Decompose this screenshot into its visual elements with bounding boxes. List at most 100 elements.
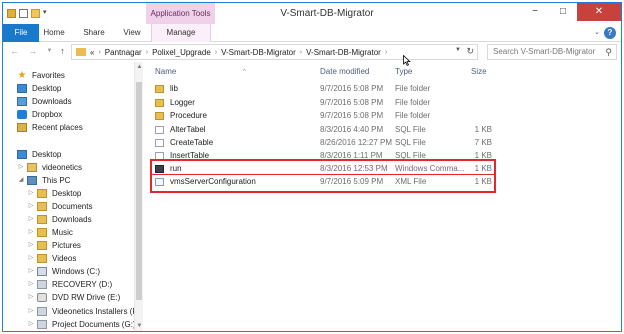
scroll-down-arrow-icon[interactable]: ▼ bbox=[136, 323, 143, 329]
expand-chevron-icon[interactable]: ▷ bbox=[27, 187, 35, 200]
file-date: 9/7/2016 5:08 PM bbox=[320, 111, 384, 120]
nav-drive-g-label: Project Documents (G:) bbox=[52, 320, 136, 329]
dvd-drive-icon bbox=[37, 293, 47, 302]
nav-favorite-recent-places[interactable]: Recent places bbox=[17, 121, 83, 134]
expand-chevron-icon[interactable]: ▷ bbox=[27, 318, 35, 331]
minimize-button[interactable]: − bbox=[521, 3, 549, 21]
windows-drive-icon bbox=[37, 267, 47, 276]
breadcrumb-separator-icon[interactable]: › bbox=[385, 49, 387, 56]
sort-ascending-icon: ^ bbox=[243, 69, 246, 75]
back-arrow-icon[interactable]: ← bbox=[8, 45, 21, 58]
forward-arrow-icon[interactable]: → bbox=[26, 45, 39, 58]
nav-thispc-desktop[interactable]: ▷ Desktop bbox=[27, 187, 81, 200]
close-button[interactable]: ✕ bbox=[577, 3, 621, 21]
file-type: SQL File bbox=[395, 125, 426, 134]
folder-icon bbox=[155, 85, 164, 93]
file-size bbox=[456, 110, 492, 122]
nav-drive-d[interactable]: ▷ RECOVERY (D:) bbox=[27, 278, 112, 291]
scroll-up-arrow-icon[interactable]: ▲ bbox=[136, 64, 143, 70]
nav-this-pc[interactable]: ◢ This PC bbox=[17, 174, 70, 187]
nav-drive-g[interactable]: ▷ Project Documents (G:) bbox=[27, 318, 136, 331]
breadcrumb-separator-icon[interactable]: › bbox=[300, 49, 302, 56]
expand-chevron-icon[interactable]: ▷ bbox=[27, 305, 35, 318]
breadcrumb-polixel-upgrade[interactable]: Polixel_Upgrade bbox=[152, 48, 211, 57]
nav-favorite-desktop[interactable]: Desktop bbox=[17, 82, 61, 95]
nav-drive-c[interactable]: ▷ Windows (C:) bbox=[27, 265, 100, 278]
search-input[interactable]: Search V-Smart-DB-Migrator ⚲ bbox=[487, 44, 617, 60]
nav-favorites[interactable]: ★ Favorites bbox=[7, 69, 65, 82]
expand-chevron-icon[interactable]: ▷ bbox=[17, 161, 25, 174]
recent-locations-chevron-icon[interactable]: ▼ bbox=[43, 45, 56, 58]
nav-desktop-root[interactable]: Desktop bbox=[7, 148, 61, 161]
column-header-type[interactable]: Type bbox=[395, 66, 455, 78]
file-row[interactable]: lib 9/7/2016 5:08 PM File folder bbox=[152, 83, 492, 95]
tab-manage[interactable]: Manage bbox=[151, 24, 211, 42]
computer-icon bbox=[27, 176, 37, 185]
expand-ribbon-chevron-icon[interactable]: ⌄ bbox=[591, 27, 603, 39]
refresh-icon[interactable]: ↻ bbox=[466, 46, 474, 57]
breadcrumb-pantnagar[interactable]: Pantnagar bbox=[105, 48, 142, 57]
up-arrow-icon[interactable]: ↑ bbox=[56, 45, 69, 58]
desktop-icon bbox=[17, 150, 27, 159]
scrollbar-thumb[interactable] bbox=[136, 82, 142, 300]
breadcrumb-v-smart-db-migrator[interactable]: V-Smart-DB-Migrator bbox=[221, 48, 296, 57]
file-date: 8/26/2016 12:27 PM bbox=[320, 138, 393, 147]
file-size bbox=[456, 97, 492, 109]
breadcrumb-overflow[interactable]: « bbox=[90, 48, 94, 57]
expand-chevron-icon[interactable]: ▷ bbox=[27, 278, 35, 291]
address-history-chevron-icon[interactable]: ▼ bbox=[455, 47, 461, 53]
address-bar[interactable]: « › Pantnagar › Polixel_Upgrade › V-Smar… bbox=[71, 44, 478, 60]
navigation-scrollbar[interactable]: ▲ ▼ bbox=[134, 62, 143, 331]
search-icon[interactable]: ⚲ bbox=[605, 45, 612, 59]
breadcrumb-v-smart-db-migrator-current[interactable]: V-Smart-DB-Migrator bbox=[306, 48, 381, 57]
nav-favorite-downloads-label: Downloads bbox=[32, 97, 72, 106]
column-header-name[interactable]: Name ^ bbox=[155, 66, 305, 78]
title-bar: ▾ Application Tools V-Smart-DB-Migrator … bbox=[3, 3, 621, 24]
sql-file-icon bbox=[155, 126, 164, 134]
expand-chevron-icon[interactable]: ▷ bbox=[27, 265, 35, 278]
nav-thispc-videos[interactable]: ▷ Videos bbox=[27, 252, 76, 265]
nav-user-folder[interactable]: ▷ videonetics bbox=[17, 161, 82, 174]
expand-chevron-icon[interactable]: ▷ bbox=[27, 239, 35, 252]
mouse-pointer-icon bbox=[403, 55, 411, 66]
column-header-size[interactable]: Size bbox=[471, 66, 501, 78]
column-header-date-modified[interactable]: Date modified bbox=[320, 66, 390, 78]
expand-chevron-icon[interactable]: ▷ bbox=[27, 226, 35, 239]
nav-favorite-dropbox[interactable]: Dropbox bbox=[17, 108, 62, 121]
nav-drive-e[interactable]: ▷ DVD RW Drive (E:) bbox=[27, 291, 120, 304]
maximize-button[interactable]: □ bbox=[549, 3, 577, 21]
ribbon-tabs: File Home Share View Manage ⌄ ? bbox=[3, 24, 621, 42]
file-type: SQL File bbox=[395, 138, 426, 147]
file-name: Procedure bbox=[170, 111, 207, 120]
file-row[interactable]: CreateTable 8/26/2016 12:27 PM SQL File … bbox=[152, 137, 492, 149]
dropbox-icon bbox=[17, 110, 27, 119]
file-row[interactable]: Logger 9/7/2016 5:08 PM File folder bbox=[152, 97, 492, 109]
expand-chevron-icon[interactable]: ▷ bbox=[27, 252, 35, 265]
file-row[interactable]: AlterTabel 8/3/2016 4:40 PM SQL File 1 K… bbox=[152, 124, 492, 136]
tab-view[interactable]: View bbox=[117, 24, 147, 42]
nav-thispc-music[interactable]: ▷ Music bbox=[27, 226, 73, 239]
tab-file[interactable]: File bbox=[3, 24, 39, 42]
expand-chevron-icon[interactable]: ▷ bbox=[27, 200, 35, 213]
nav-favorites-label: Favorites bbox=[32, 71, 65, 80]
nav-thispc-documents[interactable]: ▷ Documents bbox=[27, 200, 92, 213]
nav-favorite-downloads[interactable]: Downloads bbox=[17, 95, 72, 108]
folder-icon bbox=[37, 241, 47, 250]
file-row[interactable]: Procedure 9/7/2016 5:08 PM File folder bbox=[152, 110, 492, 122]
breadcrumb-separator-icon[interactable]: › bbox=[146, 49, 148, 56]
expand-chevron-icon[interactable]: ▷ bbox=[27, 291, 35, 304]
tab-share[interactable]: Share bbox=[77, 24, 111, 42]
tab-home[interactable]: Home bbox=[39, 24, 69, 42]
file-size: 1 KB bbox=[474, 125, 492, 134]
breadcrumb-separator-icon[interactable]: › bbox=[215, 49, 217, 56]
collapse-chevron-icon[interactable]: ◢ bbox=[17, 174, 25, 187]
nav-thispc-pictures[interactable]: ▷ Pictures bbox=[27, 239, 81, 252]
nav-drive-f[interactable]: ▷ Videonetics Installers (F:) bbox=[27, 305, 142, 318]
help-icon[interactable]: ? bbox=[604, 27, 616, 39]
nav-thispc-downloads[interactable]: ▷ Downloads bbox=[27, 213, 92, 226]
drive-icon bbox=[37, 307, 47, 316]
expand-chevron-icon[interactable]: ▷ bbox=[27, 213, 35, 226]
nav-drive-c-label: Windows (C:) bbox=[52, 267, 101, 276]
search-placeholder: Search V-Smart-DB-Migrator bbox=[493, 47, 596, 56]
file-name: AlterTabel bbox=[170, 125, 206, 134]
